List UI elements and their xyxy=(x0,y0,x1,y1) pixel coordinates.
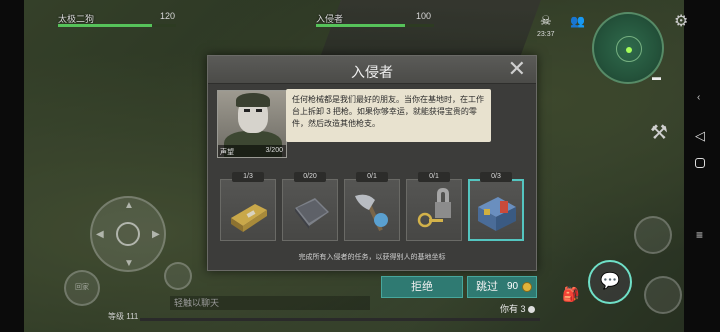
portrait-eye xyxy=(256,109,262,112)
invader-dialog: 入侵者 ✕ 声望 3/200 任何枪械都是我们最好的朋友。当你在基地时，在工作台… xyxy=(207,55,537,271)
gear-icon[interactable]: ⚙ xyxy=(674,11,688,31)
reputation-bar: 声望 3/200 xyxy=(218,145,286,157)
item-count: 0/1 xyxy=(356,172,388,182)
player-hp-bar xyxy=(58,24,176,27)
player-hp-value: 120 xyxy=(160,11,176,21)
skip-button-label: 跳过 xyxy=(476,281,498,293)
dialog-header: 入侵者 ✕ xyxy=(208,56,536,84)
clock-time: 23:37 xyxy=(537,31,555,38)
item-slot[interactable]: 0/3 xyxy=(468,172,524,242)
xp-bar xyxy=(140,318,540,321)
axe-icon xyxy=(355,194,388,232)
enemy-hp-value: 100 xyxy=(416,11,432,21)
item-box-selected[interactable] xyxy=(468,179,524,241)
metal-plate-icon xyxy=(295,198,329,229)
portrait-cap xyxy=(236,93,270,107)
chat-button[interactable]: 💬 xyxy=(588,260,632,304)
chevron-up-icon: ▲ xyxy=(124,200,134,211)
left-screen-edge xyxy=(0,0,24,332)
hammer-icon[interactable]: ⚒ xyxy=(650,120,668,145)
portrait-eye xyxy=(244,109,250,112)
coin-icon xyxy=(527,306,535,314)
gold-coin-icon xyxy=(522,282,532,292)
minimap[interactable]: ▬ xyxy=(592,12,664,84)
chevron-down-icon: ▼ xyxy=(124,258,134,269)
chat-bubble-icon: 💬 xyxy=(600,273,620,290)
item-box[interactable] xyxy=(220,179,276,241)
skip-cost: 90 xyxy=(507,281,519,292)
recent-apps-icon[interactable]: ≡ xyxy=(696,228,703,242)
player-hp-fill xyxy=(58,24,153,27)
item-slot[interactable]: 0/1 xyxy=(344,172,400,242)
item-slot[interactable]: 1/3 xyxy=(220,172,276,242)
friends-icon[interactable]: 👥 xyxy=(570,14,585,28)
you-have-label: 你有 3 xyxy=(500,304,526,314)
run-button[interactable] xyxy=(644,276,682,314)
player-position-marker xyxy=(626,47,632,53)
item-box[interactable] xyxy=(282,179,338,241)
invader-portrait: 声望 3/200 xyxy=(217,90,287,158)
quest-description: 任何枪械都是我们最好的朋友。当你在基地时，在工作台上拆卸 3 把枪。如果你够幸运… xyxy=(286,89,491,142)
padlock-key-icon xyxy=(417,188,451,228)
dialog-footer-note: 完成所有入侵者的任务，以获得别人的基地坐标 xyxy=(298,254,446,261)
toolbox-icon xyxy=(478,197,516,231)
item-count: 1/3 xyxy=(232,172,264,182)
skip-button[interactable]: 跳过 90 xyxy=(467,276,537,298)
chevron-left-icon: ◀ xyxy=(96,229,104,240)
skull-icon[interactable]: ☠ xyxy=(540,13,552,29)
item-slot[interactable]: 0/20 xyxy=(282,172,338,242)
item-count: 0/1 xyxy=(418,172,450,182)
enemy-hp-fill xyxy=(316,24,405,27)
home-nav-icon[interactable] xyxy=(695,158,705,168)
item-box[interactable] xyxy=(344,179,400,241)
reputation-value: 3/200 xyxy=(265,147,283,154)
ammo-box-icon xyxy=(231,204,267,232)
home-button-label: 回家 xyxy=(75,284,89,291)
chat-input[interactable]: 轻触以聊天 xyxy=(170,296,370,310)
quest-items: 1/3 0/20 0/1 0/1 0/3 xyxy=(220,172,526,244)
reputation-label: 声望 xyxy=(220,149,234,156)
vehicle-icon: ▬ xyxy=(652,72,661,82)
item-count: 0/3 xyxy=(480,172,512,182)
attack-button[interactable] xyxy=(634,216,672,254)
you-have-coins: 你有 3 xyxy=(500,302,535,315)
item-box[interactable] xyxy=(406,179,462,241)
joystick-knob[interactable] xyxy=(116,222,140,246)
action-button[interactable] xyxy=(164,262,192,290)
close-icon[interactable]: ✕ xyxy=(508,57,526,81)
backpack-icon[interactable]: 🎒 xyxy=(562,286,579,303)
dialog-title: 入侵者 xyxy=(351,64,393,80)
item-slot[interactable]: 0/1 xyxy=(406,172,462,242)
refuse-button[interactable]: 拒绝 xyxy=(381,276,463,298)
item-count: 0/20 xyxy=(294,172,326,182)
back-nav-icon[interactable]: ◁ xyxy=(695,128,705,144)
chevron-right-icon: ▶ xyxy=(152,229,160,240)
chevron-left-icon[interactable]: ‹ xyxy=(697,92,700,103)
player-level: 等级 111 xyxy=(108,312,139,321)
enemy-hp-bar xyxy=(316,24,434,27)
home-button[interactable]: 回家 xyxy=(64,270,100,306)
